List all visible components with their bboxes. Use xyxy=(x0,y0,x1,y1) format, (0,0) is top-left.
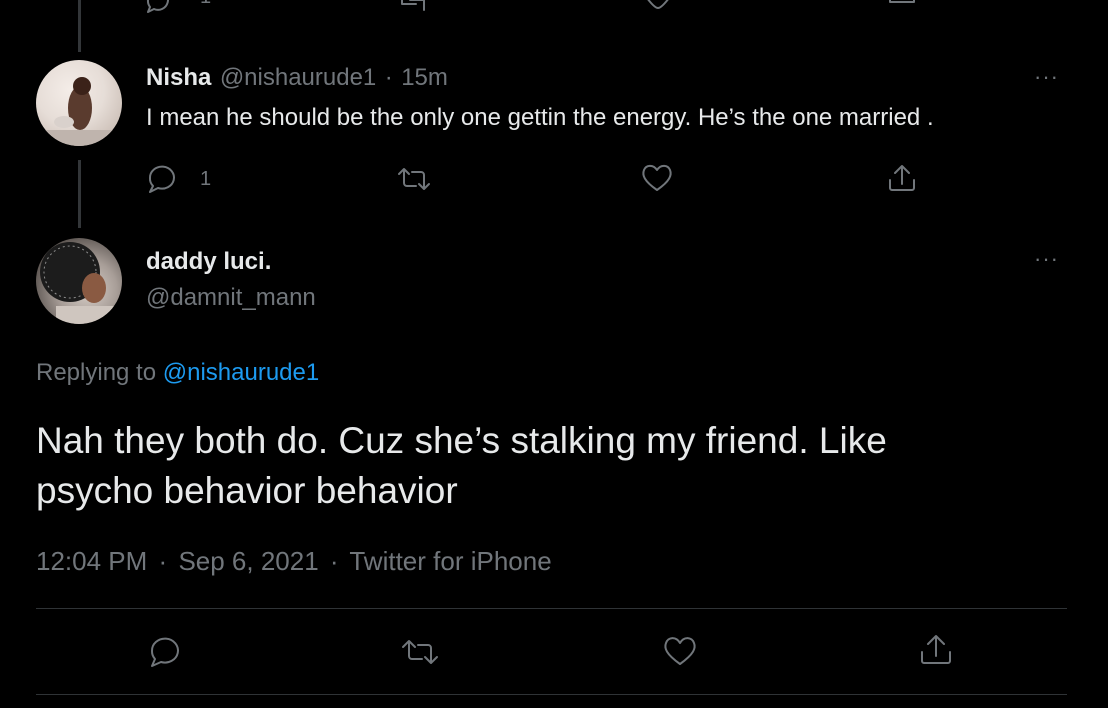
replying-to-handle-link[interactable]: @nishaurude1 xyxy=(163,359,319,386)
like-button[interactable] xyxy=(640,162,674,194)
reply-tweet-header: Nisha @nishaurude1 · 15m xyxy=(146,64,448,92)
retweet-button[interactable] xyxy=(396,164,432,194)
share-button[interactable] xyxy=(918,632,954,668)
retweet-icon xyxy=(398,168,430,190)
share-icon xyxy=(889,165,915,191)
main-tweet-text-line-2: psycho behavior behavior xyxy=(36,470,458,511)
tweet-meta: 12:04 PM · Sep 6, 2021 · Twitter for iPh… xyxy=(36,546,552,577)
avatar-daddy-luci[interactable] xyxy=(36,238,122,324)
reply-button[interactable] xyxy=(146,634,182,668)
divider xyxy=(36,608,1067,609)
thread-line-top xyxy=(78,0,81,52)
replying-to-label: Replying to xyxy=(36,359,157,386)
more-options-button[interactable]: ··· xyxy=(1034,64,1059,90)
reply-action-bar: 1 xyxy=(140,160,930,196)
share-icon xyxy=(889,0,915,3)
share-button[interactable] xyxy=(884,0,920,16)
like-icon xyxy=(642,164,672,191)
more-options-button[interactable]: ··· xyxy=(1034,246,1059,272)
reply-tweet-text: I mean he should be the only one gettin … xyxy=(146,104,934,131)
main-action-bar xyxy=(36,630,1067,674)
retweet-button[interactable] xyxy=(396,0,432,16)
share-button[interactable] xyxy=(886,162,918,194)
reply-icon xyxy=(150,637,179,667)
reply-button[interactable] xyxy=(140,0,176,16)
reply-button[interactable] xyxy=(144,162,178,194)
like-icon xyxy=(647,0,669,9)
tweet-source[interactable]: Twitter for iPhone xyxy=(349,546,551,576)
tweet-time[interactable]: 12:04 PM xyxy=(36,546,147,576)
avatar-nisha[interactable] xyxy=(36,60,122,146)
reply-icon xyxy=(146,0,169,13)
display-name[interactable]: Nisha xyxy=(146,64,211,91)
share-icon xyxy=(921,635,951,664)
like-icon xyxy=(664,637,696,665)
top-action-bar: 1 xyxy=(140,0,930,16)
avatar-image xyxy=(40,242,116,324)
separator-dot: · xyxy=(384,64,393,91)
separator-dot: · xyxy=(158,546,168,576)
like-button[interactable] xyxy=(640,0,676,16)
tweet-time[interactable]: 15m xyxy=(401,64,448,91)
replying-to: Replying to @nishaurude1 xyxy=(36,359,319,387)
divider xyxy=(36,694,1067,695)
like-button[interactable] xyxy=(662,634,698,668)
user-handle[interactable]: @nishaurude1 xyxy=(220,64,376,91)
user-handle[interactable]: @damnit_mann xyxy=(146,284,316,312)
retweet-icon xyxy=(402,640,438,664)
avatar-image xyxy=(36,77,122,146)
reply-icon xyxy=(148,165,175,193)
retweet-button[interactable] xyxy=(400,636,440,668)
tweet-date[interactable]: Sep 6, 2021 xyxy=(178,546,318,576)
main-tweet-text-line-1: Nah they both do. Cuz she’s stalking my … xyxy=(36,420,887,461)
reply-count: 1 xyxy=(200,0,211,9)
retweet-icon xyxy=(401,0,425,11)
main-tweet-text: Nah they both do. Cuz she’s stalking my … xyxy=(36,416,887,516)
reply-count: 1 xyxy=(200,168,212,190)
thread-line-middle xyxy=(78,160,81,228)
separator-dot: · xyxy=(329,546,339,576)
display-name[interactable]: daddy luci. xyxy=(146,248,271,276)
